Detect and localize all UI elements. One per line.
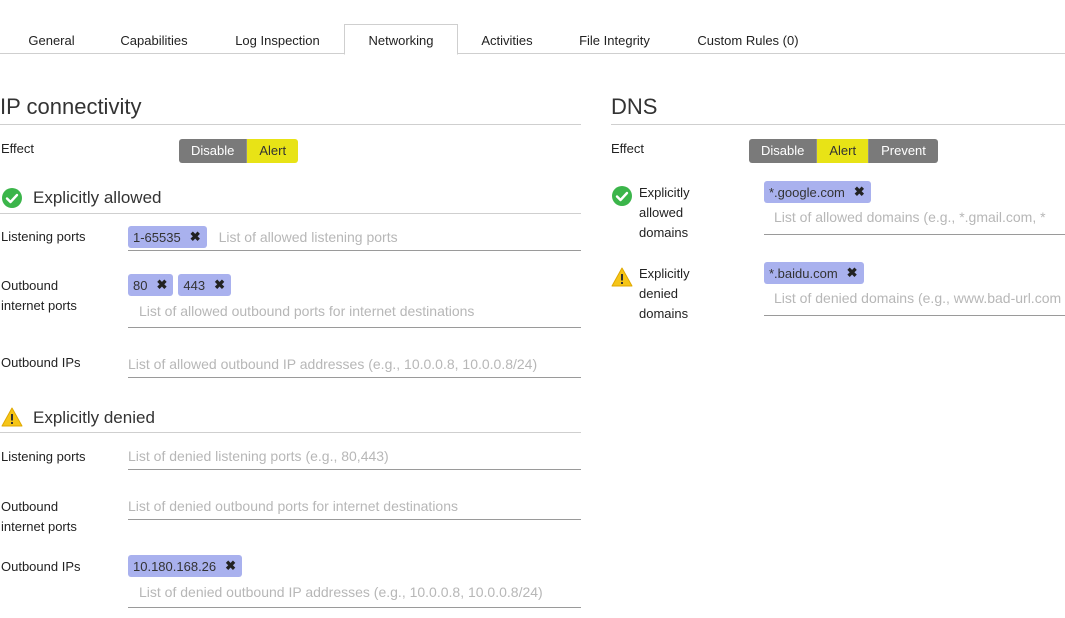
denied-divider <box>0 432 581 433</box>
ip-title-divider <box>0 124 581 125</box>
dns-denied-domains-placeholder: List of denied domains (e.g., www.bad-ur… <box>774 290 1062 306</box>
label-line: Outbound <box>1 278 59 293</box>
close-icon[interactable]: ✖ <box>847 265 858 281</box>
label-line: allowed <box>639 205 684 220</box>
tab-file-integrity[interactable]: File Integrity <box>566 25 663 53</box>
dns-title: DNS <box>611 94 658 119</box>
denied-outbound-ips-placeholder: List of denied outbound IP addresses (e.… <box>139 584 543 600</box>
tab-custom-rules[interactable]: Custom Rules (0) <box>684 25 812 53</box>
denied-listening-ports-label: Listening ports <box>1 449 86 464</box>
check-circle-icon <box>612 186 632 206</box>
allowed-listening-ports-field[interactable]: 1-65535 ✖ List of allowed listening ports <box>128 224 581 251</box>
dns-denied-domains-field[interactable]: *.baidu.com ✖ List of denied domains (e.g… <box>764 262 1065 316</box>
label-line: domains <box>639 306 689 321</box>
allowed-outbound-ports-placeholder: List of allowed outbound ports for inter… <box>139 303 475 319</box>
label-line: denied <box>639 286 679 301</box>
ip-effect-selector: Disable Alert <box>179 139 299 163</box>
close-icon[interactable]: ✖ <box>156 277 167 293</box>
dns-allowed-domains-field[interactable]: *.google.com ✖ List of allowed domains (e… <box>764 181 1065 235</box>
tab-networking[interactable]: Networking <box>344 24 458 55</box>
tag-value: 443 <box>183 277 206 293</box>
denied-domain-tag: *.baidu.com ✖ <box>764 262 864 284</box>
dns-effect-alert-button[interactable]: Alert <box>817 139 870 163</box>
tag-row: *.google.com ✖ <box>764 181 1065 203</box>
ip-effect-alert-button[interactable]: Alert <box>247 139 299 163</box>
tag-row: *.baidu.com ✖ <box>764 262 1065 284</box>
listening-port-tag: 1-65535 ✖ <box>128 226 207 248</box>
denied-listening-ports-field[interactable]: List of denied listening ports (e.g., 80… <box>128 443 581 470</box>
dns-title-divider <box>611 124 1065 125</box>
check-circle-icon <box>2 188 22 208</box>
warning-triangle-icon <box>1 407 23 427</box>
tag-row: 10.180.168.26 ✖ <box>128 555 581 577</box>
ip-connectivity-title: IP connectivity <box>0 94 142 119</box>
denied-outbound-ips-label: Outbound IPs <box>1 559 81 574</box>
tab-bar: General Capabilities Log Inspection Netw… <box>0 0 1065 55</box>
dns-denied-domains-label: Explicitly denied domains <box>639 264 690 324</box>
label-line: internet ports <box>1 519 77 534</box>
denied-listening-ports-placeholder: List of denied listening ports (e.g., 80… <box>128 448 389 464</box>
tab-activities[interactable]: Activities <box>467 25 547 53</box>
denied-outbound-ips-field[interactable]: 10.180.168.26 ✖ List of denied outbound I… <box>128 555 581 608</box>
allowed-outbound-ports-label: Outbound internet ports <box>1 276 77 316</box>
dns-allowed-domains-placeholder: List of allowed domains (e.g., *.gmail.c… <box>774 209 1046 225</box>
outbound-ip-tag: 10.180.168.26 ✖ <box>128 555 243 577</box>
tag-value: 10.180.168.26 <box>133 558 217 574</box>
allowed-outbound-ips-label: Outbound IPs <box>1 355 81 370</box>
tag-value: 1-65535 <box>133 229 181 245</box>
close-icon[interactable]: ✖ <box>225 558 236 574</box>
dns-effect-prevent-button[interactable]: Prevent <box>869 139 938 163</box>
dns-allowed-domains-label: Explicitly allowed domains <box>639 183 690 243</box>
outbound-port-tag: 443 ✖ <box>178 274 231 296</box>
tab-general[interactable]: General <box>14 25 89 53</box>
label-line: Explicitly <box>639 185 690 200</box>
allowed-outbound-ports-field[interactable]: 80 ✖ 443 ✖ List of allowed outbound ports … <box>128 274 581 328</box>
explicitly-allowed-title: Explicitly allowed <box>33 188 162 207</box>
allowed-outbound-ips-placeholder: List of allowed outbound IP addresses (e… <box>128 356 538 372</box>
close-icon[interactable]: ✖ <box>214 277 225 293</box>
denied-outbound-ports-field[interactable]: List of denied outbound ports for intern… <box>128 493 581 520</box>
ip-effect-label: Effect <box>1 141 35 156</box>
allowed-listening-ports-placeholder: List of allowed listening ports <box>218 229 398 245</box>
tag-value: *.baidu.com <box>769 265 838 281</box>
tag-value: *.google.com <box>769 184 845 200</box>
explicitly-denied-title: Explicitly denied <box>33 408 155 427</box>
tag-value: 80 <box>133 277 148 293</box>
denied-outbound-ports-label: Outbound internet ports <box>1 497 77 537</box>
label-line: Explicitly <box>639 266 690 281</box>
tab-log-inspection[interactable]: Log Inspection <box>221 25 334 53</box>
close-icon[interactable]: ✖ <box>190 229 201 245</box>
dns-effect-disable-button[interactable]: Disable <box>749 139 818 163</box>
tab-capabilities[interactable]: Capabilities <box>106 25 202 53</box>
dns-effect-label: Effect <box>611 141 645 156</box>
outbound-port-tag: 80 ✖ <box>128 274 174 296</box>
warning-triangle-icon <box>611 267 633 287</box>
allowed-domain-tag: *.google.com ✖ <box>764 181 871 203</box>
ip-effect-disable-button[interactable]: Disable <box>179 139 248 163</box>
denied-outbound-ports-placeholder: List of denied outbound ports for intern… <box>128 498 458 514</box>
dns-effect-selector: Disable Alert Prevent <box>749 139 938 163</box>
close-icon[interactable]: ✖ <box>854 184 865 200</box>
label-line: Outbound <box>1 499 59 514</box>
allowed-outbound-ips-field[interactable]: List of allowed outbound IP addresses (e… <box>128 351 581 378</box>
label-line: domains <box>639 225 689 240</box>
tab-divider <box>0 53 1065 54</box>
allowed-divider <box>0 213 581 214</box>
tag-row: 80 ✖ 443 ✖ <box>128 274 581 296</box>
allowed-listening-ports-label: Listening ports <box>1 229 86 244</box>
label-line: internet ports <box>1 298 77 313</box>
